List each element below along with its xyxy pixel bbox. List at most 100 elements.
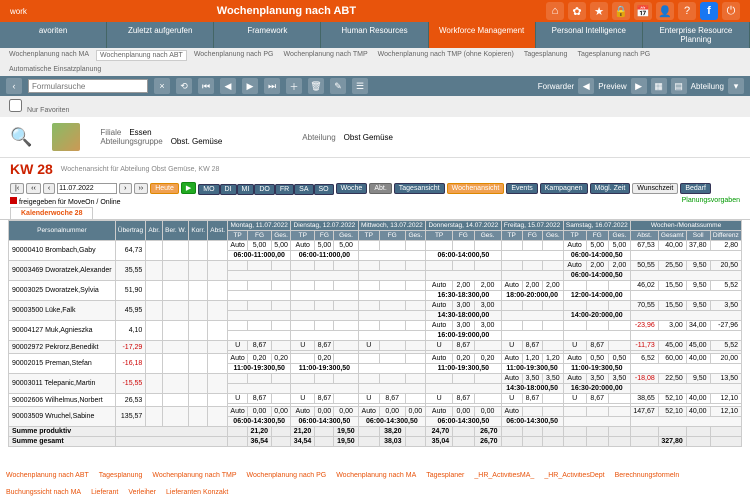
nav-prev2[interactable]: ‹‹	[26, 183, 41, 194]
user-icon[interactable]: 👤	[656, 2, 674, 20]
home-icon[interactable]: ⌂	[546, 2, 564, 20]
footer-link[interactable]: Lieferanten Konzakt	[166, 489, 228, 496]
chevron-down-icon[interactable]: ▾	[728, 78, 744, 94]
close-icon[interactable]: ×	[154, 78, 170, 94]
table-row[interactable]: 90002972 Pekrorz,Benedikt-17,29U8,67U8,6…	[9, 341, 742, 351]
bedarf-button[interactable]: Bedarf	[680, 183, 711, 194]
main-tab-6[interactable]: Enterprise Resource Planning	[643, 22, 750, 48]
prev-icon[interactable]: ◀	[220, 78, 236, 94]
table-row[interactable]: 90004127 Muk,Agnieszka4,10Auto3,003,00-2…	[9, 321, 742, 331]
chevron-left-icon[interactable]: ◀	[578, 78, 594, 94]
main-tab-0[interactable]: avoriten	[0, 22, 107, 48]
sub-tab-2[interactable]: Wochenplanung nach PG	[191, 50, 277, 61]
sub-tab-0[interactable]: Wochenplanung nach MA	[6, 50, 92, 61]
footer-link[interactable]: Verleiher	[128, 489, 156, 496]
table-row[interactable]: 90000410 Brombach,Gaby64,73Auto5,005,00A…	[9, 241, 742, 251]
sub-tab-5[interactable]: Tagesplanung	[521, 50, 571, 61]
star-icon[interactable]: ★	[590, 2, 608, 20]
main-tab-3[interactable]: Human Resources	[321, 22, 428, 48]
main-tab-4[interactable]: Workforce Management	[429, 22, 536, 48]
delete-icon[interactable]: 🗑	[308, 78, 324, 94]
kampagnen-button[interactable]: Kampagnen	[540, 183, 588, 194]
excel-icon[interactable]: ▤	[671, 78, 687, 94]
footer-link[interactable]: _HR_ActivitiesDept	[544, 472, 604, 479]
events-button[interactable]: Events	[506, 183, 537, 194]
footer-link[interactable]: Berechnungsformeln	[615, 472, 680, 479]
legend: freigegeben für MoveOn / Online Planungs…	[0, 196, 750, 207]
first-icon[interactable]: ⏮	[198, 78, 214, 94]
abt-button[interactable]: Abt.	[369, 183, 391, 194]
nav-first[interactable]: |‹	[10, 183, 24, 194]
last-icon[interactable]: ⏭	[264, 78, 280, 94]
day-SO[interactable]: SO	[314, 184, 334, 195]
wunsch-button[interactable]: Wunschzeit	[632, 183, 678, 194]
power-icon[interactable]: ⏻	[722, 2, 740, 20]
table-row[interactable]: 90002606 Wilhelmus,Norbert26,53U8,67U8,6…	[9, 394, 742, 404]
day-DO[interactable]: DO	[254, 184, 275, 195]
mgl-button[interactable]: Mögl. Zeit	[590, 183, 631, 194]
footer-link[interactable]: Tagesplaner	[426, 472, 464, 479]
table-row[interactable]: 90002015 Preman,Stefan-16,18Auto0,200,20…	[9, 354, 742, 364]
list-icon[interactable]: ☰	[352, 78, 368, 94]
search-icon[interactable]: 🔍	[10, 127, 32, 148]
nav-next[interactable]: ›	[119, 183, 131, 194]
play-button[interactable]: ▶	[181, 182, 196, 194]
toolbar-sub: Nur Favoriten	[0, 96, 750, 117]
back-icon[interactable]: ‹	[6, 78, 22, 94]
main-tab-5[interactable]: Personal Intelligence	[536, 22, 643, 48]
day-SA[interactable]: SA	[294, 184, 313, 195]
chevron-right-icon[interactable]: ▶	[631, 78, 647, 94]
footer-link[interactable]: Buchungssicht nach MA	[6, 489, 81, 496]
table-row[interactable]: 90003025 Dworatzek,Sylvia51,90Auto2,002,…	[9, 281, 742, 291]
calendar-icon[interactable]: 📅	[634, 2, 652, 20]
table-row[interactable]: 90003509 Wruchel,Sabine135,57Auto0,000,0…	[9, 407, 742, 417]
sum-produktiv: Summe produktiv21,2021,2019,5038,2024,70…	[9, 427, 742, 437]
tag-button[interactable]: Tagesansicht	[394, 183, 445, 194]
gear-icon[interactable]: ✿	[568, 2, 586, 20]
table-row[interactable]: 90003469 Dworatzek,Alexander35,55Auto2,0…	[9, 261, 742, 271]
refresh-icon[interactable]: ⟲	[176, 78, 192, 94]
woche-button[interactable]: Woche	[336, 183, 368, 194]
nav-prev[interactable]: ‹	[43, 183, 55, 194]
search-input[interactable]	[28, 79, 148, 93]
day-FR[interactable]: FR	[275, 184, 294, 195]
day-DI[interactable]: DI	[220, 184, 237, 195]
footer-link[interactable]: Lieferant	[91, 489, 118, 496]
page-title: Wochenplanung nach ABT	[27, 5, 546, 17]
help-icon[interactable]: ?	[678, 2, 696, 20]
main-tab-1[interactable]: Zuletzt aufgerufen	[107, 22, 214, 48]
day-MO[interactable]: MO	[198, 184, 219, 195]
sub-tab-6[interactable]: Tagesplanung nach PG	[574, 50, 653, 61]
control-row: |‹ ‹‹ ‹ › ›› Heute ▶ MODIMIDOFRSASO Woch…	[0, 180, 750, 196]
footer-link[interactable]: Wochenplanung nach PG	[247, 472, 327, 479]
lock-icon[interactable]: 🔒	[612, 2, 630, 20]
edit-icon[interactable]: ✎	[330, 78, 346, 94]
date-input[interactable]	[57, 183, 117, 194]
gruppe-value: Obst. Gemüse	[171, 137, 223, 146]
sub-tab-3[interactable]: Wochenplanung nach TMP	[280, 50, 370, 61]
sub-tab-1[interactable]: Wochenplanung nach ABT	[96, 50, 187, 61]
info-row: 🔍 FilialeEssen AbteilungsgruppeObst. Gem…	[0, 117, 750, 158]
day-MI[interactable]: MI	[237, 184, 255, 195]
grid-icon[interactable]: ▦	[651, 78, 667, 94]
tab-kw[interactable]: Kalenderwoche 28	[10, 207, 93, 219]
footer-link[interactable]: _HR_ActivitiesMA_	[474, 472, 534, 479]
footer-link[interactable]: Wochenplanung nach ABT	[6, 472, 89, 479]
fav-checkbox[interactable]	[9, 99, 22, 112]
forwarder-label: Forwarder	[538, 82, 574, 91]
table-row[interactable]: 90003011 Telepanic,Martin-15,55Auto3,503…	[9, 374, 742, 384]
add-icon[interactable]: ＋	[286, 78, 302, 94]
footer-link[interactable]: Wochenplanung nach TMP	[152, 472, 236, 479]
table-row[interactable]: 90003500 Lüke,Falk45,95Auto3,003,0070,55…	[9, 301, 742, 311]
facebook-icon[interactable]: f	[700, 2, 718, 20]
sub-tab-7[interactable]: Automatische Einsatzplanung	[6, 65, 104, 74]
next-icon[interactable]: ▶	[242, 78, 258, 94]
sub-tab-4[interactable]: Wochenplanung nach TMP (ohne Kopieren)	[375, 50, 517, 61]
heute-button[interactable]: Heute	[150, 183, 179, 194]
footer-link[interactable]: Tagesplanung	[99, 472, 143, 479]
wochen-button[interactable]: Wochenansicht	[447, 183, 505, 194]
nav-next2[interactable]: ››	[134, 183, 149, 194]
main-tab-2[interactable]: Framework	[214, 22, 321, 48]
sum-gesamt: Summe gesamt36,5434,5419,5038,0335,0426,…	[9, 437, 742, 447]
footer-link[interactable]: Wochenplanung nach MA	[336, 472, 416, 479]
